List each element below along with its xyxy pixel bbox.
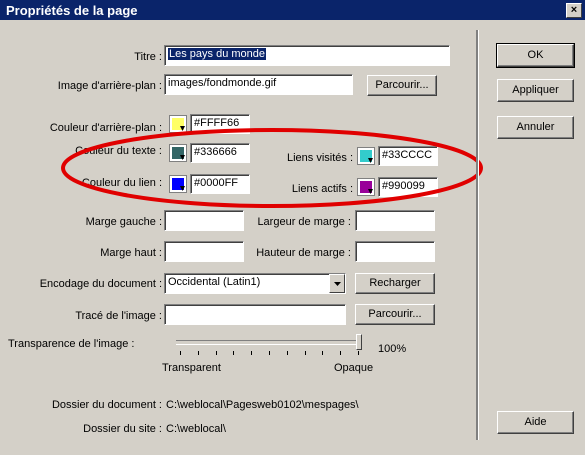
transparence-label: Transparence de l'image : <box>8 338 135 350</box>
marge-gauche-input[interactable] <box>164 210 244 231</box>
transparence-value: 100% <box>378 343 407 355</box>
largeur-marge-input[interactable] <box>355 210 435 231</box>
ok-button[interactable]: OK <box>496 43 575 68</box>
image-input[interactable]: images/fondmonde.gif <box>164 74 353 95</box>
titre-input[interactable]: Les pays du monde <box>164 45 450 66</box>
image-label: Image d'arrière-plan : <box>57 80 162 92</box>
marge-haut-label: Marge haut : <box>100 247 162 259</box>
trace-label: Tracé de l'image : <box>75 310 162 322</box>
appliquer-button[interactable]: Appliquer <box>497 79 574 102</box>
slider-tick <box>251 351 253 355</box>
hauteur-marge-input[interactable] <box>355 241 435 262</box>
dossier-doc-value: C:\weblocal\Pagesweb0102\mespages\ <box>166 399 359 411</box>
parcourir-button-1[interactable]: Parcourir... <box>367 75 437 96</box>
opaque-label: Opaque <box>334 362 374 374</box>
chevron-down-icon[interactable] <box>329 274 345 293</box>
close-button[interactable]: × <box>566 3 582 18</box>
largeur-marge-label: Largeur de marge : <box>257 216 351 228</box>
parcourir-button-2[interactable]: Parcourir... <box>355 304 435 325</box>
slider-tick <box>358 351 359 355</box>
slider-tick <box>286 351 288 355</box>
separator <box>476 30 479 440</box>
window-title: Propriétés de la page <box>6 3 138 18</box>
encodage-label: Encodage du document : <box>39 278 162 290</box>
slider-tick <box>269 351 270 355</box>
dossier-site-value: C:\weblocal\ <box>166 423 226 435</box>
slider-tick <box>215 351 217 355</box>
slider-tick <box>233 351 235 355</box>
slider-tick <box>197 351 199 355</box>
dossier-doc-label: Dossier du document : <box>51 399 162 411</box>
marge-haut-input[interactable] <box>164 241 244 262</box>
slider-tick <box>304 351 306 355</box>
marge-gauche-label: Marge gauche : <box>85 216 162 228</box>
transparent-label: Transparent <box>162 362 221 374</box>
aide-button[interactable]: Aide <box>497 411 574 434</box>
slider-tick <box>180 351 181 355</box>
highlight-ellipse <box>61 128 483 208</box>
hauteur-marge-label: Hauteur de marge : <box>256 247 351 259</box>
transparence-slider-thumb[interactable] <box>356 334 362 350</box>
encodage-select[interactable]: Occidental (Latin1) <box>164 273 346 294</box>
titre-value: Les pays du monde <box>168 48 267 60</box>
slider-tick <box>340 351 342 355</box>
titre-label: Titre : <box>134 51 162 63</box>
dossier-site-label: Dossier du site : <box>83 423 162 435</box>
title-bar: Propriétés de la page × <box>0 0 585 20</box>
transparence-slider-track[interactable] <box>176 340 360 345</box>
recharger-button[interactable]: Recharger <box>355 273 435 294</box>
slider-tick <box>322 351 324 355</box>
trace-input[interactable] <box>164 304 346 325</box>
encodage-value: Occidental (Latin1) <box>168 276 261 288</box>
annuler-button[interactable]: Annuler <box>497 116 574 139</box>
